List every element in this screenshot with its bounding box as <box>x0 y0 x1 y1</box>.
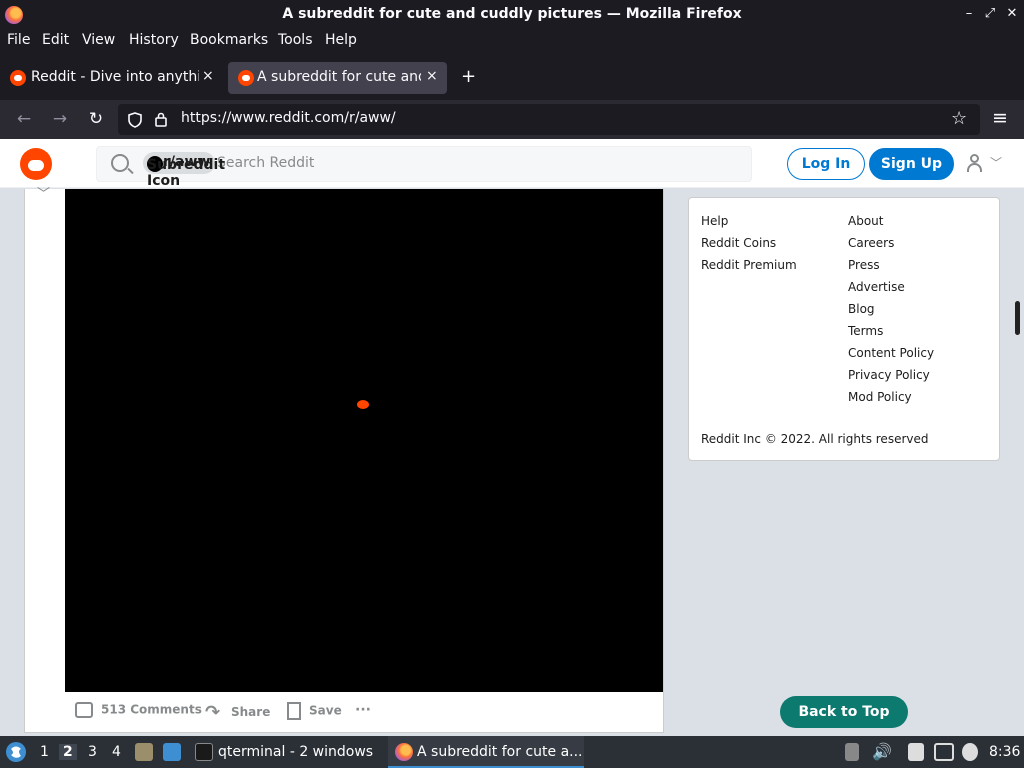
menu-edit[interactable]: Edit <box>42 32 69 48</box>
show-desktop-icon[interactable] <box>163 743 181 761</box>
tab-close-icon[interactable]: × <box>202 68 214 84</box>
clock: 8:36 <box>989 744 1021 760</box>
link-content-policy[interactable]: Content Policy <box>848 346 934 360</box>
window-titlebar: A subreddit for cute and cuddly pictures… <box>0 0 1024 29</box>
reddit-logo-icon[interactable] <box>20 148 52 180</box>
maximize-button[interactable]: ⤢ <box>981 6 999 21</box>
tab-bar: Reddit - Dive into anythin × A subreddit… <box>0 55 1024 100</box>
comments-label: 513 Comments <box>101 702 202 717</box>
menu-help[interactable]: Help <box>325 32 357 48</box>
link-mod-policy[interactable]: Mod Policy <box>848 390 912 404</box>
navigation-toolbar: ← → ↻ https://www.reddit.com/r/aww/ ☆ ≡ <box>0 100 1024 139</box>
workspace-2[interactable]: 2 <box>59 744 77 760</box>
bookmark-icon <box>287 702 301 720</box>
web-page: r/aww Search Reddit Subreddit Icon Log I… <box>0 139 1024 736</box>
taskbar-terminal[interactable]: qterminal - 2 windows <box>218 744 373 760</box>
reddit-header: r/aww Search Reddit Subreddit Icon Log I… <box>0 139 1024 189</box>
link-reddit-coins[interactable]: Reddit Coins <box>701 236 776 250</box>
new-tab-button[interactable]: + <box>461 66 476 87</box>
share-arrow-icon: ↷ <box>205 702 221 723</box>
start-menu-icon[interactable] <box>5 741 27 763</box>
comment-icon <box>75 702 93 718</box>
workspace-1[interactable]: 1 <box>40 744 49 760</box>
app-menu-button[interactable]: ≡ <box>989 107 1011 129</box>
user-menu-button[interactable]: ﹀ <box>964 152 1004 176</box>
link-about[interactable]: About <box>848 214 883 228</box>
link-blog[interactable]: Blog <box>848 302 875 316</box>
chevron-down-icon: ﹀ <box>990 156 1003 170</box>
comments-button[interactable]: 513 Comments <box>75 702 202 718</box>
taskbar-firefox[interactable]: A subreddit for cute a... <box>388 736 584 768</box>
page-scrollbar-thumb[interactable] <box>1015 301 1020 335</box>
workspace-4[interactable]: 4 <box>112 744 121 760</box>
post-media[interactable] <box>65 189 663 692</box>
link-terms[interactable]: Terms <box>848 324 883 338</box>
tab-label: A subreddit for cute and <box>257 69 421 85</box>
window-title: A subreddit for cute and cuddly pictures… <box>282 6 742 22</box>
notification-icon[interactable] <box>962 743 978 761</box>
clipboard-icon[interactable] <box>908 743 924 761</box>
signup-button[interactable]: Sign Up <box>869 148 954 180</box>
reload-button[interactable]: ↻ <box>85 109 107 129</box>
file-manager-icon[interactable] <box>135 743 153 761</box>
save-button[interactable]: Save <box>287 702 342 720</box>
copyright-text: Reddit Inc © 2022. All rights reserved <box>701 432 929 446</box>
shield-icon[interactable] <box>128 112 142 128</box>
lock-icon[interactable] <box>154 111 170 128</box>
post-actions: 513 Comments ↷ Share Save ··· <box>75 700 655 726</box>
share-label: Share <box>231 705 271 719</box>
menu-history[interactable]: History <box>129 32 179 48</box>
network-icon[interactable] <box>934 743 954 761</box>
back-button[interactable]: ← <box>13 109 35 129</box>
minimize-button[interactable]: – <box>960 6 978 21</box>
tab-label: Reddit - Dive into anythin <box>31 69 199 85</box>
menu-view[interactable]: View <box>82 32 115 48</box>
tab-aww[interactable]: A subreddit for cute and × <box>228 62 447 94</box>
link-careers[interactable]: Careers <box>848 236 894 250</box>
tab-reddit-home[interactable]: Reddit - Dive into anythin × <box>0 62 222 94</box>
reddit-favicon-icon <box>10 70 26 86</box>
menu-bar: File Edit View History Bookmarks Tools H… <box>0 29 1024 55</box>
post-card: ﹀ 513 Comments ↷ Share Save ··· <box>24 187 664 733</box>
login-button[interactable]: Log In <box>787 148 865 180</box>
share-button[interactable]: ↷ Share <box>205 702 270 723</box>
user-icon <box>970 154 979 163</box>
link-advertise[interactable]: Advertise <box>848 280 905 294</box>
taskbar-firefox-label: A subreddit for cute a... <box>417 744 583 760</box>
battery-icon[interactable] <box>845 743 859 761</box>
volume-icon[interactable]: 🔊 <box>872 742 892 761</box>
user-icon-body <box>967 163 982 172</box>
forward-button[interactable]: → <box>49 109 71 129</box>
back-to-top-button[interactable]: Back to Top <box>780 696 908 728</box>
media-red-dot <box>357 400 369 409</box>
url-bar[interactable]: https://www.reddit.com/r/aww/ ☆ <box>118 104 980 135</box>
reddit-favicon-icon <box>238 70 254 86</box>
downvote-button[interactable]: ﹀ <box>37 183 50 202</box>
system-taskbar: 1 2 3 4 qterminal - 2 windows A subreddi… <box>0 736 1024 768</box>
search-input[interactable]: Search Reddit <box>217 155 314 171</box>
link-reddit-premium[interactable]: Reddit Premium <box>701 258 797 272</box>
link-press[interactable]: Press <box>848 258 880 272</box>
search-icon <box>111 154 129 172</box>
firefox-icon <box>395 743 413 761</box>
menu-bookmarks[interactable]: Bookmarks <box>190 32 268 48</box>
menu-tools[interactable]: Tools <box>278 32 313 48</box>
link-help[interactable]: Help <box>701 214 728 228</box>
link-privacy-policy[interactable]: Privacy Policy <box>848 368 930 382</box>
tab-close-icon[interactable]: × <box>426 68 438 84</box>
terminal-icon <box>195 743 213 761</box>
workspace-3[interactable]: 3 <box>88 744 97 760</box>
close-window-button[interactable]: ✕ <box>1003 6 1021 21</box>
url-text[interactable]: https://www.reddit.com/r/aww/ <box>181 110 396 126</box>
more-options-button[interactable]: ··· <box>355 702 371 718</box>
save-label: Save <box>309 703 342 718</box>
menu-file[interactable]: File <box>7 32 30 48</box>
subreddit-icon-alt-text: Subreddit Icon <box>147 157 226 189</box>
bookmark-star-icon[interactable]: ☆ <box>951 108 967 129</box>
sidebar-footer-links: Help Reddit Coins Reddit Premium About C… <box>688 197 1000 461</box>
